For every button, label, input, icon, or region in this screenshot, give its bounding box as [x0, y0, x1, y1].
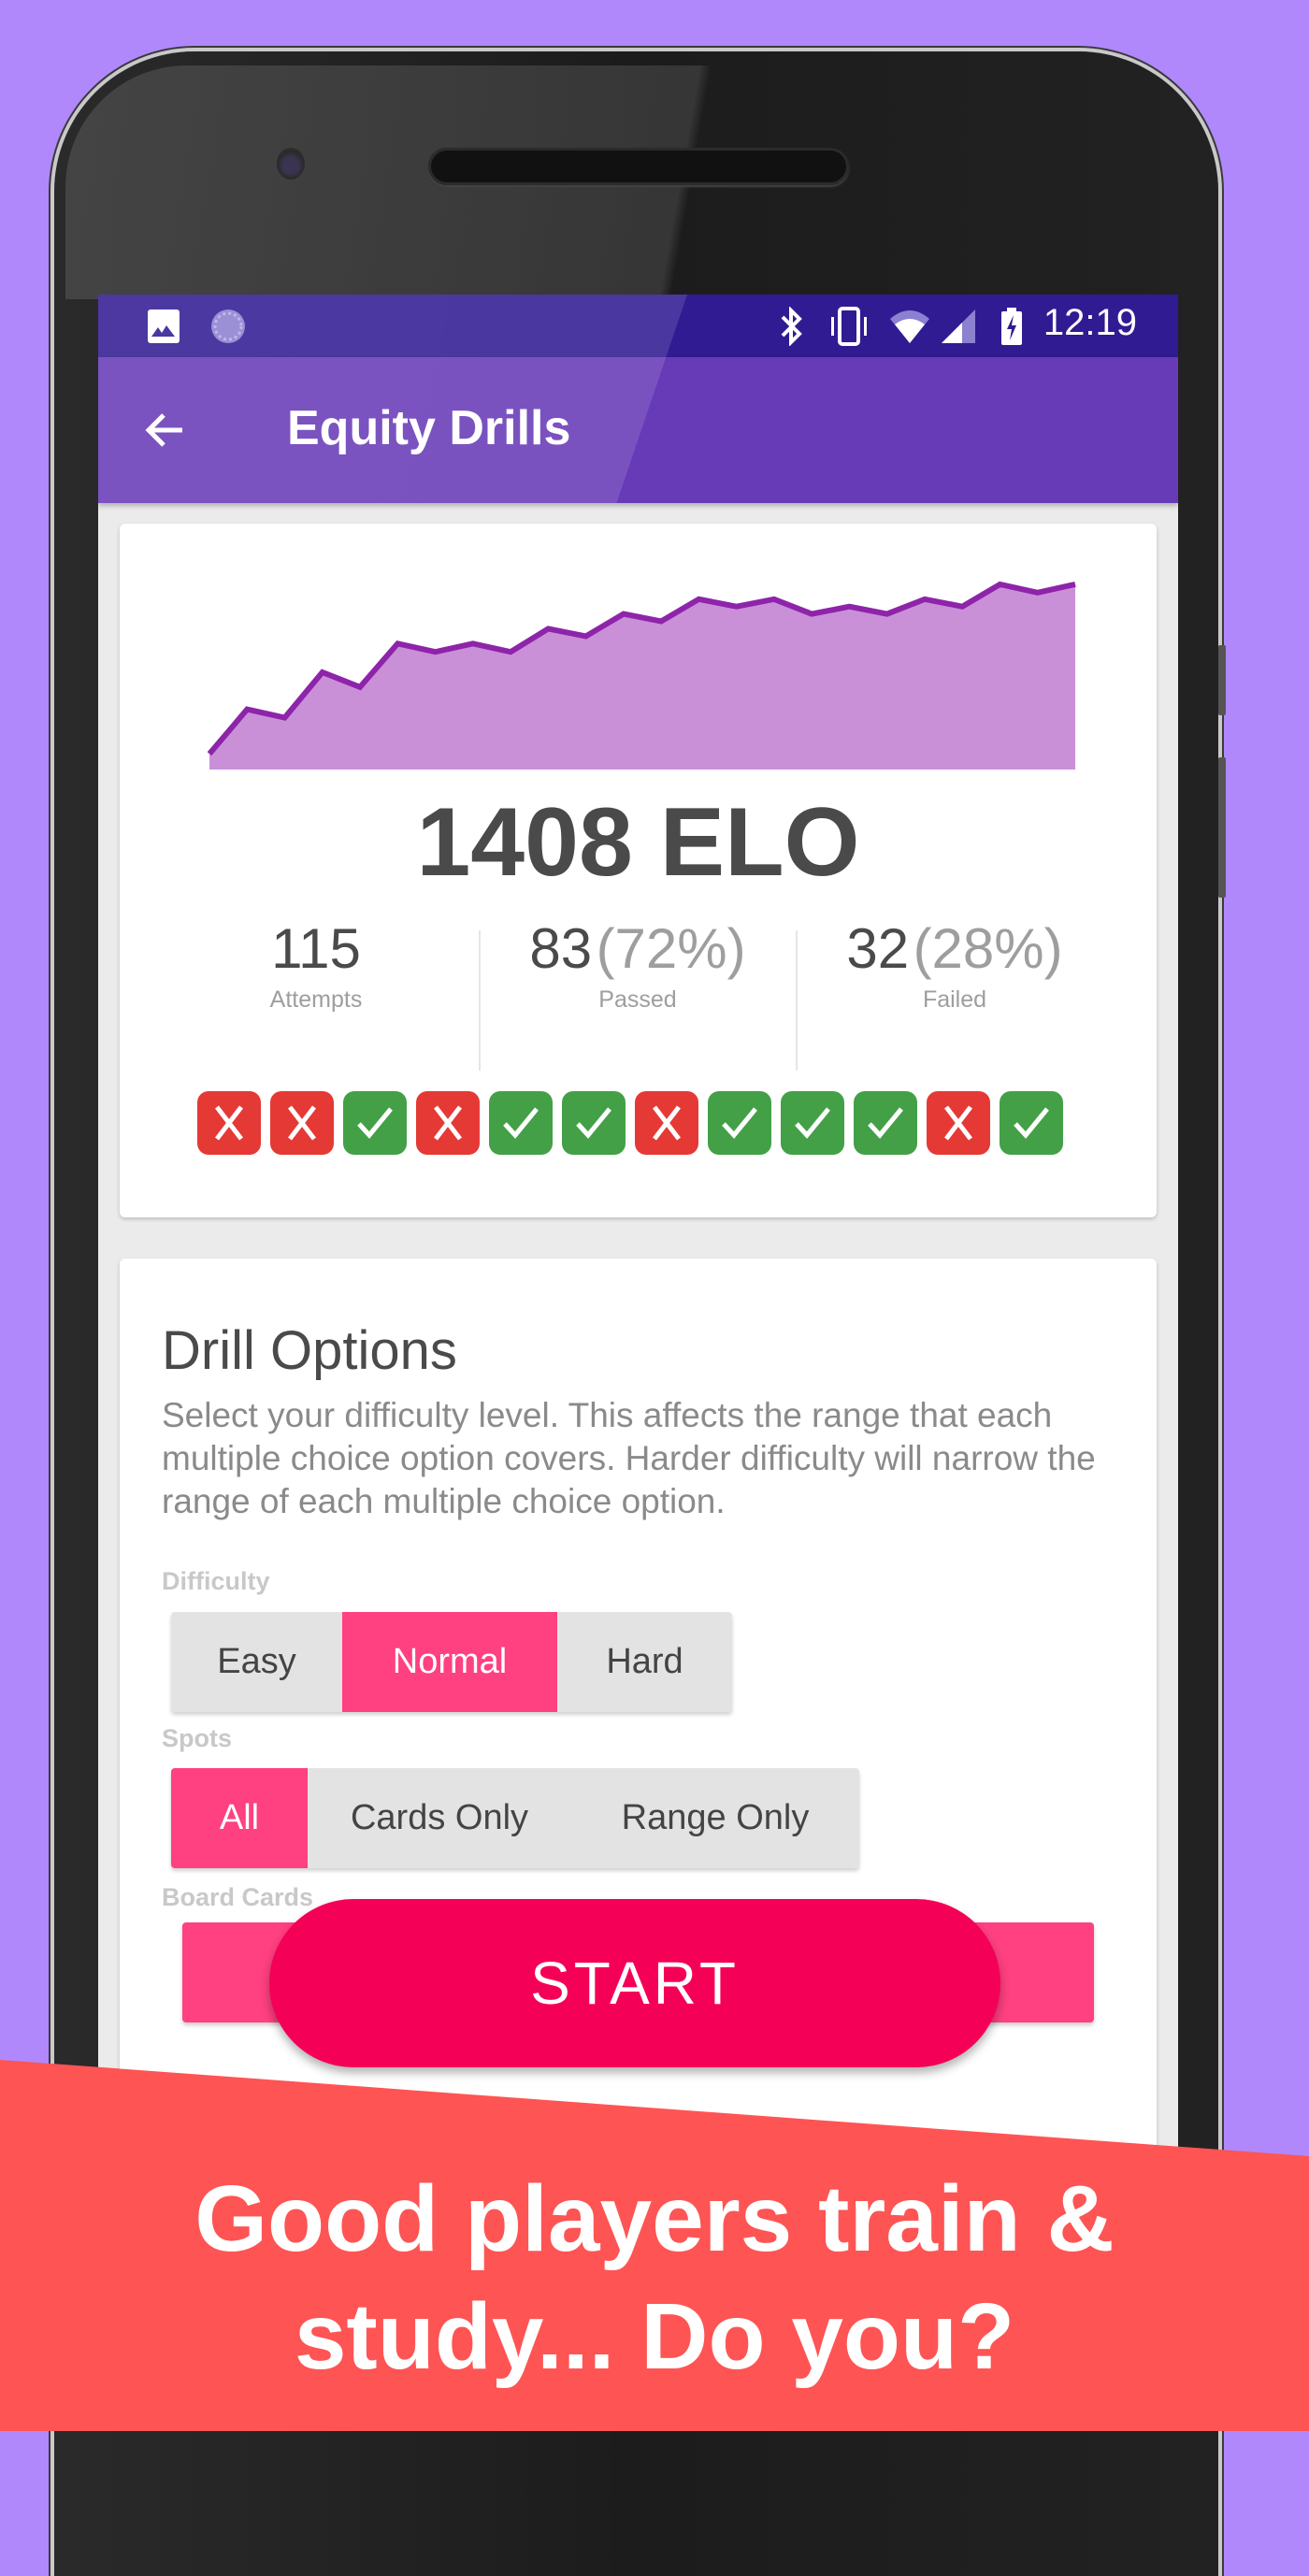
result-badge-pass: [343, 1091, 407, 1155]
drill-options-card: Drill Options Select your difficulty lev…: [120, 1259, 1157, 2165]
promo-line-2: study... Do you?: [294, 2284, 1015, 2389]
result-badge-fail: [416, 1091, 480, 1155]
failed-label: Failed: [922, 986, 987, 1013]
signal-icon: [940, 308, 977, 345]
spots-label: Spots: [162, 1724, 233, 1752]
spots-selector: All Cards Only Range Only: [171, 1768, 859, 1868]
close-icon: [288, 1105, 316, 1141]
board-cards-label: Board Cards: [162, 1883, 314, 1911]
image-icon: [147, 308, 180, 345]
result-badge-pass: [1000, 1091, 1063, 1155]
stat-passed: 83 (72%) Passed: [479, 916, 797, 1014]
result-badge-pass: [781, 1091, 844, 1155]
spots-cards-only[interactable]: Cards Only: [308, 1768, 571, 1868]
check-icon: [357, 1107, 393, 1139]
attempts-label: Attempts: [269, 986, 363, 1013]
promo-line-1: Good players train &: [194, 2166, 1115, 2271]
check-icon: [795, 1107, 830, 1139]
check-icon: [503, 1107, 539, 1139]
result-badge-fail: [270, 1091, 334, 1155]
vibrate-icon: [826, 307, 872, 346]
recent-results: [197, 1091, 1063, 1155]
spots-all[interactable]: All: [171, 1768, 308, 1868]
failed-percent: (28%): [913, 917, 1063, 980]
check-icon: [868, 1107, 903, 1139]
result-badge-pass: [854, 1091, 917, 1155]
result-badge-pass: [562, 1091, 626, 1155]
difficulty-hard[interactable]: Hard: [557, 1612, 732, 1712]
close-icon: [434, 1105, 462, 1141]
difficulty-normal[interactable]: Normal: [342, 1612, 557, 1712]
check-icon: [722, 1107, 757, 1139]
elo-chart: [207, 581, 1076, 770]
arrow-left-icon: [145, 413, 182, 447]
result-badge-fail: [927, 1091, 990, 1155]
difficulty-label: Difficulty: [162, 1567, 270, 1595]
app-toolbar: Equity Drills: [98, 357, 1178, 503]
volume-button: [1218, 757, 1226, 898]
passed-label: Passed: [598, 986, 677, 1013]
bluetooth-icon: [779, 307, 805, 346]
start-button[interactable]: START: [269, 1899, 1000, 2067]
front-camera: [277, 148, 305, 180]
stats-card: 1408 ELO 115 Attempts 83 (72%) Passed 32…: [120, 524, 1157, 1217]
close-icon: [653, 1105, 681, 1141]
passed-value: 83: [529, 917, 593, 980]
spots-range-only[interactable]: Range Only: [571, 1768, 859, 1868]
app-screen: 12:19 Equity Drills 1408 ELO 115 Attempt…: [98, 295, 1178, 2165]
result-badge-fail: [635, 1091, 698, 1155]
section-title: Drill Options: [162, 1320, 457, 1381]
passed-percent: (72%): [596, 917, 746, 980]
battery-charging-icon: [1000, 308, 1023, 345]
failed-value: 32: [846, 917, 910, 980]
clock: 12:19: [1043, 302, 1137, 343]
difficulty-selector: Easy Normal Hard: [171, 1612, 732, 1712]
section-description: Select your difficulty level. This affec…: [162, 1396, 1096, 1520]
close-icon: [215, 1105, 243, 1141]
check-icon: [576, 1107, 611, 1139]
status-bar: 12:19: [98, 295, 1178, 357]
page-title: Equity Drills: [287, 401, 571, 455]
result-badge-fail: [197, 1091, 261, 1155]
stat-attempts: 115 Attempts: [157, 916, 475, 1014]
result-badge-pass: [489, 1091, 553, 1155]
stat-failed: 32 (28%) Failed: [796, 916, 1114, 1014]
difficulty-easy[interactable]: Easy: [171, 1612, 342, 1712]
elo-rating: 1408 ELO: [416, 788, 860, 897]
attempts-value: 115: [271, 917, 361, 980]
power-button: [1218, 645, 1226, 715]
earpiece-speaker: [428, 148, 849, 185]
check-icon: [1014, 1107, 1049, 1139]
wifi-icon: [888, 308, 931, 345]
sync-icon: [209, 308, 248, 345]
result-badge-pass: [708, 1091, 771, 1155]
close-icon: [944, 1105, 972, 1141]
back-button[interactable]: [139, 404, 192, 456]
promo-text: Good players train & study... Do you?: [0, 2160, 1309, 2396]
